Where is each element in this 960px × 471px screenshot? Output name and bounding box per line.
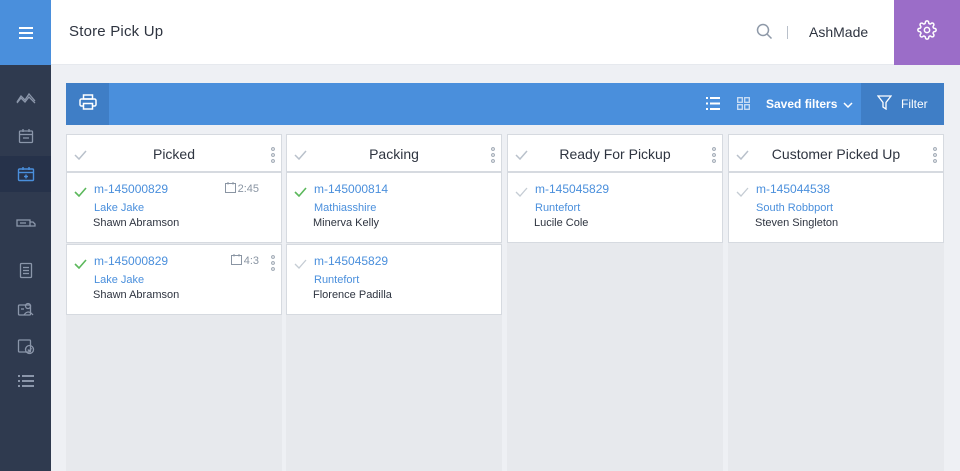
order-card[interactable]: m-145045829 Runtefort Lucile Cole (507, 172, 723, 243)
returns-icon (17, 337, 35, 355)
column-packing: Packing m-145000814 Mathiasshire Minerva… (286, 134, 502, 471)
calendar-icon (18, 128, 34, 144)
column-header: Customer Picked Up (728, 134, 944, 172)
store-location[interactable]: Lake Jake (94, 274, 144, 286)
check-icon[interactable] (515, 184, 528, 202)
check-icon[interactable] (294, 256, 307, 274)
chevron-down-icon (843, 97, 853, 111)
order-card[interactable]: m-145000814 Mathiasshire Minerva Kelly (286, 172, 502, 243)
analytics-icon (15, 92, 36, 104)
shipping-icon (15, 218, 36, 228)
page-title: Store Pick Up (69, 23, 164, 40)
column-title: Ready For Pickup (559, 146, 671, 162)
filter-label: Filter (901, 97, 928, 111)
column-title: Customer Picked Up (771, 146, 901, 162)
funnel-icon (876, 95, 893, 113)
top-header: Store Pick Up AshMade (51, 0, 960, 65)
user-name[interactable]: AshMade (809, 24, 868, 40)
order-timer: 4:3 (230, 254, 259, 268)
store-location[interactable]: Lake Jake (94, 202, 144, 214)
sidebar-item-users[interactable] (0, 291, 51, 327)
column-title: Picked (152, 146, 196, 162)
check-icon[interactable] (74, 256, 87, 274)
column-ready-for-pickup: Ready For Pickup m-145045829 Runtefort L… (507, 134, 723, 471)
sidebar-item-store-pickup[interactable] (0, 156, 51, 192)
saved-filters-label: Saved filters (766, 97, 838, 111)
sidebar-item-shipping[interactable] (0, 205, 51, 241)
column-header: Ready For Pickup (507, 134, 723, 172)
sidebar (0, 0, 51, 471)
settings-button[interactable] (894, 0, 960, 65)
grid-view-icon[interactable] (737, 97, 750, 115)
store-location[interactable]: South Robbport (756, 202, 833, 214)
check-icon[interactable] (294, 184, 307, 202)
order-id[interactable]: m-145000829 (94, 182, 168, 196)
printer-icon (78, 93, 97, 115)
document-icon (19, 262, 33, 279)
column-title: Packing (369, 146, 419, 162)
timer-value: 4:3 (243, 255, 259, 267)
column-customer-picked-up: Customer Picked Up m-145044538 South Rob… (728, 134, 944, 471)
more-vertical-icon[interactable] (491, 147, 495, 168)
menu-button[interactable] (0, 0, 51, 65)
order-card[interactable]: m-145045829 Runtefort Florence Padilla (286, 244, 502, 315)
header-divider (787, 26, 788, 39)
users-icon (17, 301, 35, 317)
more-vertical-icon[interactable] (933, 147, 937, 168)
gear-icon (917, 20, 937, 45)
store-location[interactable]: Runtefort (314, 274, 359, 286)
timer-icon (230, 254, 242, 268)
column-picked: Picked m-145000829 2:45 Lake Jake Shawn … (66, 134, 282, 471)
list-icon (17, 375, 34, 387)
more-vertical-icon[interactable] (712, 147, 716, 168)
order-id[interactable]: m-145000814 (314, 182, 388, 196)
check-icon[interactable] (736, 184, 749, 202)
hamburger-icon (18, 26, 33, 39)
board-toolbar: Saved filters Filter (66, 83, 944, 125)
order-card[interactable]: m-145000829 4:3 Lake Jake Shawn Abramson (66, 244, 282, 315)
customer-name: Florence Padilla (313, 289, 392, 301)
search-icon[interactable] (756, 23, 773, 45)
customer-name: Lucile Cole (534, 217, 589, 229)
saved-filters-dropdown[interactable]: Saved filters (766, 97, 853, 111)
customer-name: Minerva Kelly (313, 217, 380, 229)
column-header: Packing (286, 134, 502, 172)
store-location[interactable]: Mathiasshire (314, 202, 376, 214)
print-button[interactable] (66, 83, 109, 125)
customer-name: Shawn Abramson (93, 217, 180, 229)
store-pickup-icon (17, 166, 35, 182)
filter-button[interactable]: Filter (861, 83, 944, 125)
sidebar-item-list[interactable] (0, 363, 51, 399)
more-vertical-icon[interactable] (271, 255, 275, 276)
order-id[interactable]: m-145045829 (314, 254, 388, 268)
order-timer: 2:45 (224, 182, 259, 196)
timer-icon (224, 182, 236, 196)
store-location[interactable]: Runtefort (535, 202, 580, 214)
timer-value: 2:45 (237, 183, 259, 195)
order-id[interactable]: m-145045829 (535, 182, 609, 196)
column-header: Picked (66, 134, 282, 172)
more-vertical-icon[interactable] (271, 147, 275, 168)
customer-name: Steven Singleton (755, 217, 839, 229)
sidebar-item-returns[interactable] (0, 328, 51, 364)
sidebar-item-documents[interactable] (0, 252, 51, 288)
order-card[interactable]: m-145044538 South Robbport Steven Single… (728, 172, 944, 243)
list-view-icon[interactable] (706, 97, 720, 115)
order-id[interactable]: m-145044538 (756, 182, 830, 196)
customer-name: Shawn Abramson (93, 289, 180, 301)
check-icon[interactable] (74, 184, 87, 202)
sidebar-item-analytics[interactable] (0, 80, 51, 116)
order-card[interactable]: m-145000829 2:45 Lake Jake Shawn Abramso… (66, 172, 282, 243)
order-id[interactable]: m-145000829 (94, 254, 168, 268)
sidebar-item-calendar[interactable] (0, 118, 51, 154)
